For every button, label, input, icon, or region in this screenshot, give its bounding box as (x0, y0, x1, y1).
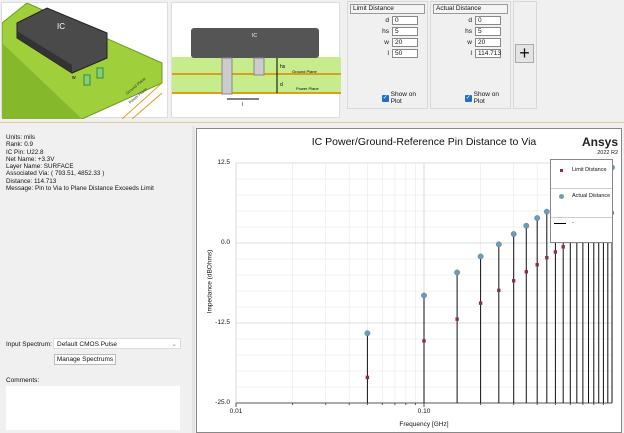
limit-distance-point (422, 339, 426, 343)
line-marker-icon (554, 223, 566, 224)
actual-distance-point (543, 208, 550, 215)
legend-label: Limit Distance (572, 167, 607, 173)
limit-distance-point (478, 301, 483, 305)
actual-distance-point (421, 292, 427, 299)
impedance-chart (235, 162, 615, 407)
chart-title: IC Power/Ground-Reference Pin Distance t… (311, 136, 537, 148)
legend-label: Actual Distance (572, 193, 611, 199)
limit-distance-point (545, 256, 549, 260)
actual-distance-point (454, 269, 461, 276)
legend-label: - (572, 220, 574, 226)
y-tick-label: -12.5 (215, 319, 230, 326)
actual-distance-point (477, 253, 484, 260)
square-marker-icon (560, 169, 563, 172)
actual-distance-point (510, 231, 517, 237)
limit-distance-point (535, 263, 539, 267)
y-tick-label: 0.0 (220, 239, 230, 246)
y-tick-label: 12.5 (217, 159, 230, 166)
x-tick-label: 0.01 (229, 408, 243, 415)
limit-distance-point (365, 375, 370, 380)
actual-distance-point (364, 330, 371, 337)
x-axis-label: Frequency [GHz] (399, 421, 449, 428)
limit-distance-point (553, 250, 558, 254)
actual-distance-point (495, 241, 502, 248)
brand-name: Ansys (581, 135, 618, 149)
circle-marker-icon (559, 194, 564, 199)
limit-distance-point (561, 245, 565, 249)
y-axis-label: Impedance (dBOhms) (206, 249, 214, 314)
x-tick-label: 0.10 (417, 408, 431, 415)
limit-distance-point (511, 279, 516, 283)
actual-distance-point (534, 215, 541, 221)
limit-distance-point (497, 288, 501, 293)
limit-distance-point (455, 317, 459, 321)
y-tick-label: -25.0 (215, 399, 230, 406)
legend-item-actual[interactable]: Actual Distance (551, 189, 612, 218)
chart-legend: Limit Distance Actual Distance - (550, 159, 613, 243)
actual-distance-point (523, 222, 530, 229)
legend-item-limit[interactable]: Limit Distance (551, 160, 612, 189)
brand-version: 2022 R2 (597, 150, 618, 156)
limit-distance-point (524, 270, 528, 274)
